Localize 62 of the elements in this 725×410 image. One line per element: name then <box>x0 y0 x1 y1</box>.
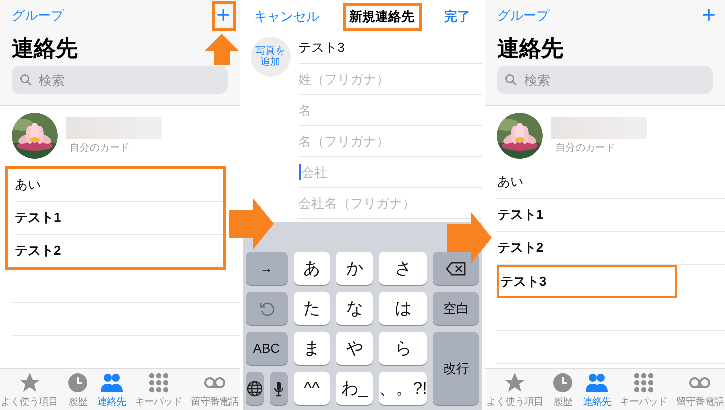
undo-icon <box>258 300 275 316</box>
keyboard-key[interactable]: ^^ <box>294 372 330 405</box>
my-card-caption: 自分のカード <box>554 142 616 155</box>
search-bar[interactable]: 検索 <box>12 66 228 94</box>
input-field[interactable]: 姓（フリガナ） <box>298 72 469 86</box>
keyboard-key[interactable]: た <box>294 292 330 325</box>
keyboard-key[interactable]: か <box>336 252 374 285</box>
microphone-icon <box>274 380 284 396</box>
people-icon <box>586 372 608 394</box>
keyboard-key[interactable]: な <box>336 292 374 325</box>
search-bar[interactable]: 検索 <box>497 66 714 94</box>
search-field[interactable]: 検索 <box>522 72 676 88</box>
contact-row[interactable]: あい <box>15 169 223 202</box>
done-button[interactable]: 完了 <box>444 8 470 26</box>
keyboard-key[interactable] <box>433 252 480 285</box>
tab-item[interactable]: 連絡先 <box>582 372 612 410</box>
keyboard-key[interactable] <box>270 372 288 405</box>
search-icon <box>505 74 518 86</box>
star-icon <box>504 372 526 394</box>
keyboard-key[interactable]: → <box>246 252 288 285</box>
contact-row[interactable]: テスト3 <box>497 265 678 298</box>
star-icon <box>18 372 40 394</box>
clock-icon <box>66 372 89 394</box>
keyboard-key[interactable]: 、。?! <box>379 372 428 405</box>
input-field[interactable]: 名 <box>298 102 469 118</box>
keypad-icon <box>148 372 170 394</box>
input-field[interactable]: 会社 <box>302 164 472 180</box>
globe-icon <box>246 380 263 396</box>
keyboard-key[interactable]: ら <box>379 332 428 365</box>
page-title: 連絡先 <box>497 35 564 63</box>
keypad-icon <box>632 372 655 394</box>
contact-row[interactable]: テスト2 <box>497 232 725 265</box>
search-field[interactable]: 検索 <box>37 72 191 88</box>
input-field[interactable]: 名（フリガナ） <box>298 134 469 148</box>
keyboard-key[interactable]: 空白 <box>433 292 480 325</box>
contact-row[interactable]: テスト1 <box>15 202 223 235</box>
keyboard-key[interactable]: ま <box>294 332 330 365</box>
contact-row[interactable]: あい <box>497 166 725 199</box>
annotation-arrow <box>447 212 492 264</box>
cancel-button[interactable]: キャンセル <box>254 8 320 26</box>
clock-icon <box>552 372 574 394</box>
input-field[interactable]: テスト3 <box>298 40 469 56</box>
keyboard-key[interactable] <box>246 372 264 405</box>
keyboard-key[interactable]: さ <box>379 252 428 285</box>
people-icon <box>100 372 123 394</box>
tab-item[interactable]: 連絡先 <box>98 372 126 410</box>
contact-row[interactable]: テスト2 <box>15 235 223 267</box>
page-title: 連絡先 <box>12 35 78 63</box>
backspace-icon <box>446 262 466 276</box>
my-card-caption: 自分のカード <box>69 142 131 155</box>
input-field[interactable]: 会社名（フリガナ） <box>298 196 469 210</box>
keyboard-key[interactable]: ABC <box>246 332 288 365</box>
contact-row[interactable]: テスト1 <box>497 199 725 232</box>
search-icon <box>20 74 32 86</box>
keyboard-key[interactable]: や <box>336 332 374 365</box>
keyboard-key[interactable]: は <box>379 292 428 325</box>
keyboard-key[interactable]: わ_ <box>336 372 374 405</box>
annotation-arrow <box>205 34 239 65</box>
keyboard-key[interactable]: あ <box>294 252 330 285</box>
screen-title: 新規連絡先 <box>342 2 422 30</box>
keyboard-key[interactable]: 改行 <box>433 332 480 405</box>
annotation-arrow <box>229 198 274 250</box>
